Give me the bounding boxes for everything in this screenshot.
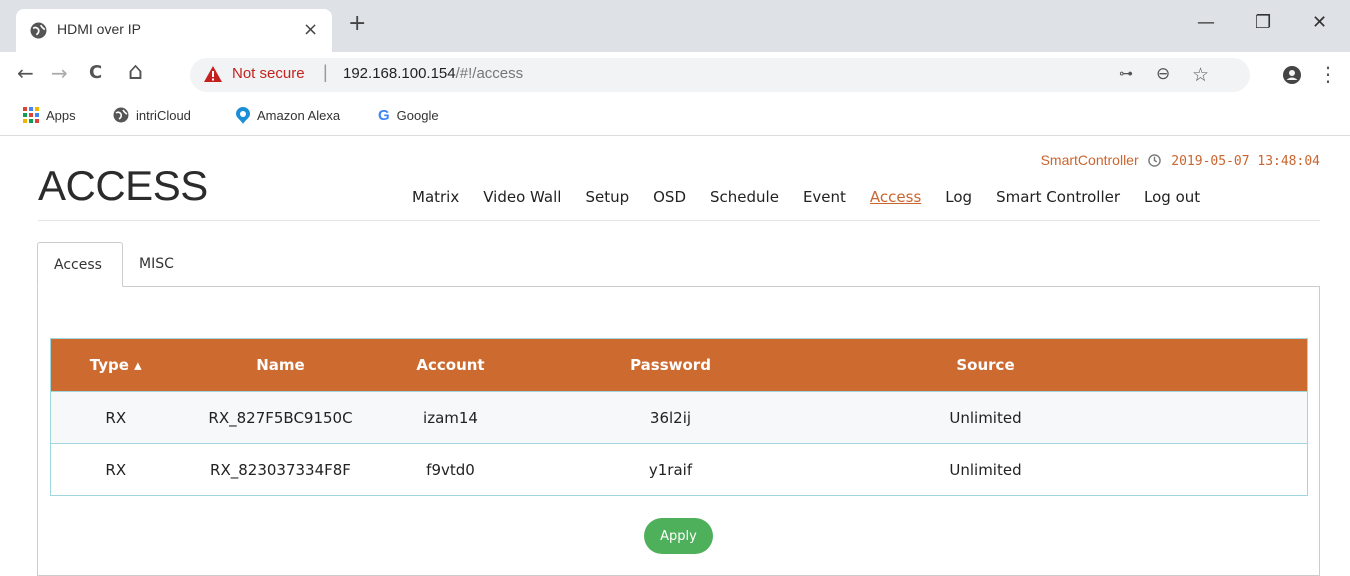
key-icon[interactable]: ⊶ [1119, 66, 1133, 82]
datetime: 2019-05-07 13:48:04 [1171, 154, 1320, 169]
bookmark-amazon-alexa[interactable]: Amazon Alexa [236, 107, 340, 124]
col-blank-header [1150, 338, 1308, 392]
new-tab-button[interactable]: + [348, 13, 366, 35]
alexa-icon [236, 107, 250, 124]
nav-log-out[interactable]: Log out [1144, 188, 1200, 206]
cell-blank [1150, 391, 1308, 444]
bookmark-intricloud[interactable]: intriCloud [113, 107, 191, 123]
cell-source[interactable]: Unlimited [820, 391, 1151, 444]
restore-button[interactable]: ❐ [1255, 12, 1271, 33]
globe-icon [30, 22, 47, 39]
controller-status: SmartController 2019-05-07 13:48:04 [1041, 152, 1320, 169]
nav-smart-controller[interactable]: Smart Controller [996, 188, 1120, 206]
bookmark-google[interactable]: G Google [378, 107, 439, 124]
header-divider [38, 220, 1320, 221]
table-row: RX RX_823037334F8F f9vtd0 y1raif Unlimit… [50, 443, 1308, 496]
browser-tab[interactable]: HDMI over IP × [16, 9, 332, 52]
cell-blank [1150, 443, 1308, 496]
col-account-header[interactable]: Account [380, 338, 521, 392]
nav-setup[interactable]: Setup [585, 188, 629, 206]
table-row: RX RX_827F5BC9150C izam14 36l2ij Unlimit… [50, 391, 1308, 444]
cell-source[interactable]: Unlimited [820, 443, 1151, 496]
nav-matrix[interactable]: Matrix [412, 188, 459, 206]
window-close-button[interactable]: ✕ [1312, 12, 1327, 33]
not-secure-label[interactable]: Not secure [232, 65, 305, 82]
nav-schedule[interactable]: Schedule [710, 188, 779, 206]
warning-icon [204, 66, 222, 82]
cell-account[interactable]: f9vtd0 [380, 443, 521, 496]
col-password-header[interactable]: Password [520, 338, 821, 392]
bookmark-apps[interactable]: Apps [23, 107, 76, 123]
col-source-header[interactable]: Source [820, 338, 1151, 392]
bookmark-label: Google [396, 108, 439, 123]
nav-event[interactable]: Event [803, 188, 846, 206]
minimize-button[interactable]: — [1197, 12, 1215, 33]
google-icon: G [378, 107, 390, 124]
reload-button[interactable]: C [89, 62, 102, 83]
bookmarks-bar: Apps intriCloud Amazon Alexa G Google [0, 98, 1350, 136]
address-bar[interactable]: Not secure | 192.168.100.154/#!/access ⊶… [190, 58, 1250, 92]
apply-button[interactable]: Apply [644, 518, 713, 554]
url-host: 192.168.100.154 [343, 65, 456, 82]
cell-type: RX [50, 443, 181, 496]
star-icon[interactable]: ☆ [1192, 64, 1209, 86]
bookmark-label: intriCloud [136, 107, 191, 123]
menu-icon[interactable]: ⋮ [1318, 62, 1338, 86]
apps-grid-icon [23, 107, 39, 123]
cell-password[interactable]: y1raif [520, 443, 821, 496]
browser-tab-strip: HDMI over IP × + — ❐ ✕ [0, 0, 1350, 52]
home-button[interactable]: ⌂ [128, 57, 143, 85]
globe-icon [113, 107, 129, 123]
tab-close-icon[interactable]: × [303, 19, 318, 40]
cell-name: RX_827F5BC9150C [180, 391, 381, 444]
bookmark-label: Apps [46, 107, 76, 123]
access-panel: Type ▴ Name Account Password Source RX R… [37, 286, 1320, 576]
cell-account[interactable]: izam14 [380, 391, 521, 444]
nav-video-wall[interactable]: Video Wall [483, 188, 561, 206]
cell-type: RX [50, 391, 181, 444]
page-content: SmartController 2019-05-07 13:48:04 ACCE… [0, 137, 1350, 576]
bookmark-label: Amazon Alexa [257, 108, 341, 123]
url-path: /#!/access [455, 65, 524, 82]
table-header-row: Type ▴ Name Account Password Source [50, 338, 1308, 392]
account-icon[interactable] [1283, 66, 1301, 84]
col-type-header[interactable]: Type ▴ [50, 338, 181, 392]
nav-osd[interactable]: OSD [653, 188, 686, 206]
back-button[interactable]: ← [17, 61, 34, 85]
tab-misc[interactable]: MISC [123, 242, 190, 287]
nav-access[interactable]: Access [870, 188, 921, 206]
address-separator: | [323, 62, 328, 82]
main-nav: Matrix Video Wall Setup OSD Schedule Eve… [412, 188, 1200, 206]
tab-title: HDMI over IP [57, 21, 142, 37]
cell-password[interactable]: 36l2ij [520, 391, 821, 444]
forward-button[interactable]: → [51, 61, 68, 85]
cell-name: RX_823037334F8F [180, 443, 381, 496]
page-title: ACCESS [38, 162, 208, 209]
nav-log[interactable]: Log [945, 188, 972, 206]
controller-label: SmartController [1040, 152, 1139, 168]
url-text[interactable]: 192.168.100.154/#!/access [343, 65, 523, 82]
clock-icon [1148, 154, 1162, 167]
access-table: Type ▴ Name Account Password Source RX R… [50, 338, 1308, 496]
col-name-header[interactable]: Name [180, 338, 381, 392]
browser-toolbar: ← → C ⌂ Not secure | 192.168.100.154/#!/… [0, 52, 1350, 98]
tab-access[interactable]: Access [37, 242, 123, 287]
zoom-icon[interactable]: ⊖ [1156, 64, 1170, 84]
